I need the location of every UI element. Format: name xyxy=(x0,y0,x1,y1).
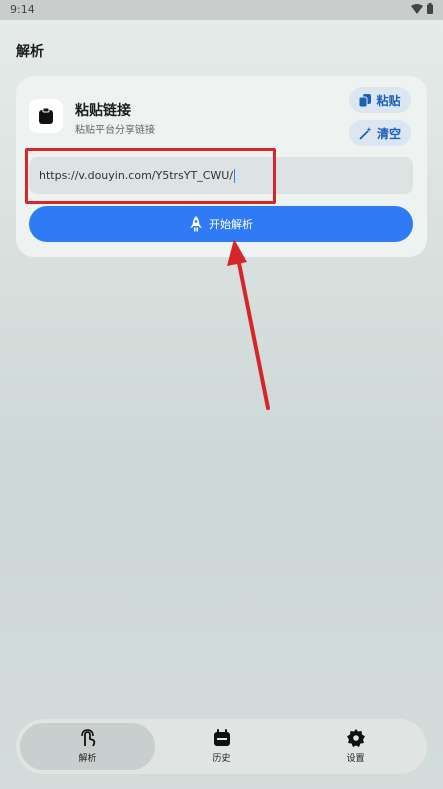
nav-label-parse: 解析 xyxy=(78,754,97,764)
start-parse-button[interactable]: 开始解析 xyxy=(29,206,413,242)
clipboard-icon-box xyxy=(29,99,63,133)
calendar-icon xyxy=(213,729,231,747)
wifi-icon xyxy=(411,3,423,14)
copy-icon xyxy=(359,93,372,107)
nav-item-history[interactable]: 历史 xyxy=(154,723,289,770)
nav-label-history: 历史 xyxy=(212,754,231,764)
clear-button[interactable]: 清空 xyxy=(349,120,411,146)
nav-item-settings[interactable]: 设置 xyxy=(288,723,423,770)
paste-button-label: 粘贴 xyxy=(376,93,401,108)
touch-icon xyxy=(79,729,97,747)
paste-button[interactable]: 粘贴 xyxy=(349,87,411,113)
clipboard-icon xyxy=(39,108,53,124)
clear-button-label: 清空 xyxy=(376,126,401,141)
start-parse-label: 开始解析 xyxy=(209,218,253,231)
magic-wand-icon xyxy=(359,126,372,140)
gear-icon xyxy=(346,729,365,747)
nav-item-parse[interactable]: 解析 xyxy=(20,723,155,770)
card-title: 粘贴链接 xyxy=(75,103,131,119)
annotation-highlight-box xyxy=(25,148,276,204)
battery-icon xyxy=(427,3,433,14)
card-subtitle: 粘贴平台分享链接 xyxy=(75,125,155,136)
nav-label-settings: 设置 xyxy=(346,754,365,764)
rocket-icon xyxy=(190,216,202,232)
status-time: 9:14 xyxy=(10,3,35,16)
status-bar: 9:14 xyxy=(0,0,443,20)
bottom-navigation: 解析 历史 设置 xyxy=(16,719,427,774)
page-title: 解析 xyxy=(16,44,44,60)
system-icons xyxy=(411,3,433,14)
